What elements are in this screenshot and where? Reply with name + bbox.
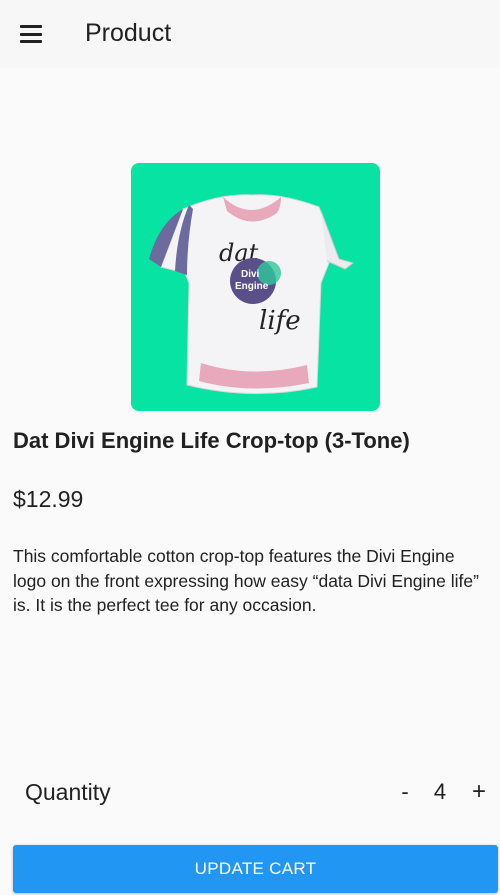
quantity-value: 4: [433, 779, 447, 804]
quantity-decrement-button[interactable]: -: [396, 779, 414, 805]
product-name: Dat Divi Engine Life Crop-top (3-Tone): [13, 428, 410, 453]
product-price: $12.99: [13, 486, 84, 512]
quantity-label: Quantity: [25, 779, 111, 805]
app-bar: Product: [0, 0, 500, 68]
page-title: Product: [85, 19, 172, 47]
print-text-life: life: [259, 306, 301, 336]
print-text-engine: Engine: [235, 281, 269, 292]
print-text-divi: Divi: [241, 269, 260, 280]
quantity-increment-button[interactable]: +: [468, 778, 490, 806]
update-cart-button[interactable]: UPDATE CART: [13, 845, 498, 893]
product-description: This comfortable cotton crop-top feature…: [13, 546, 479, 615]
product-image: dat Divi Engine life: [131, 163, 380, 411]
tshirt-illustration: dat Divi Engine life: [149, 194, 355, 394]
hamburger-menu-icon[interactable]: [20, 25, 44, 43]
